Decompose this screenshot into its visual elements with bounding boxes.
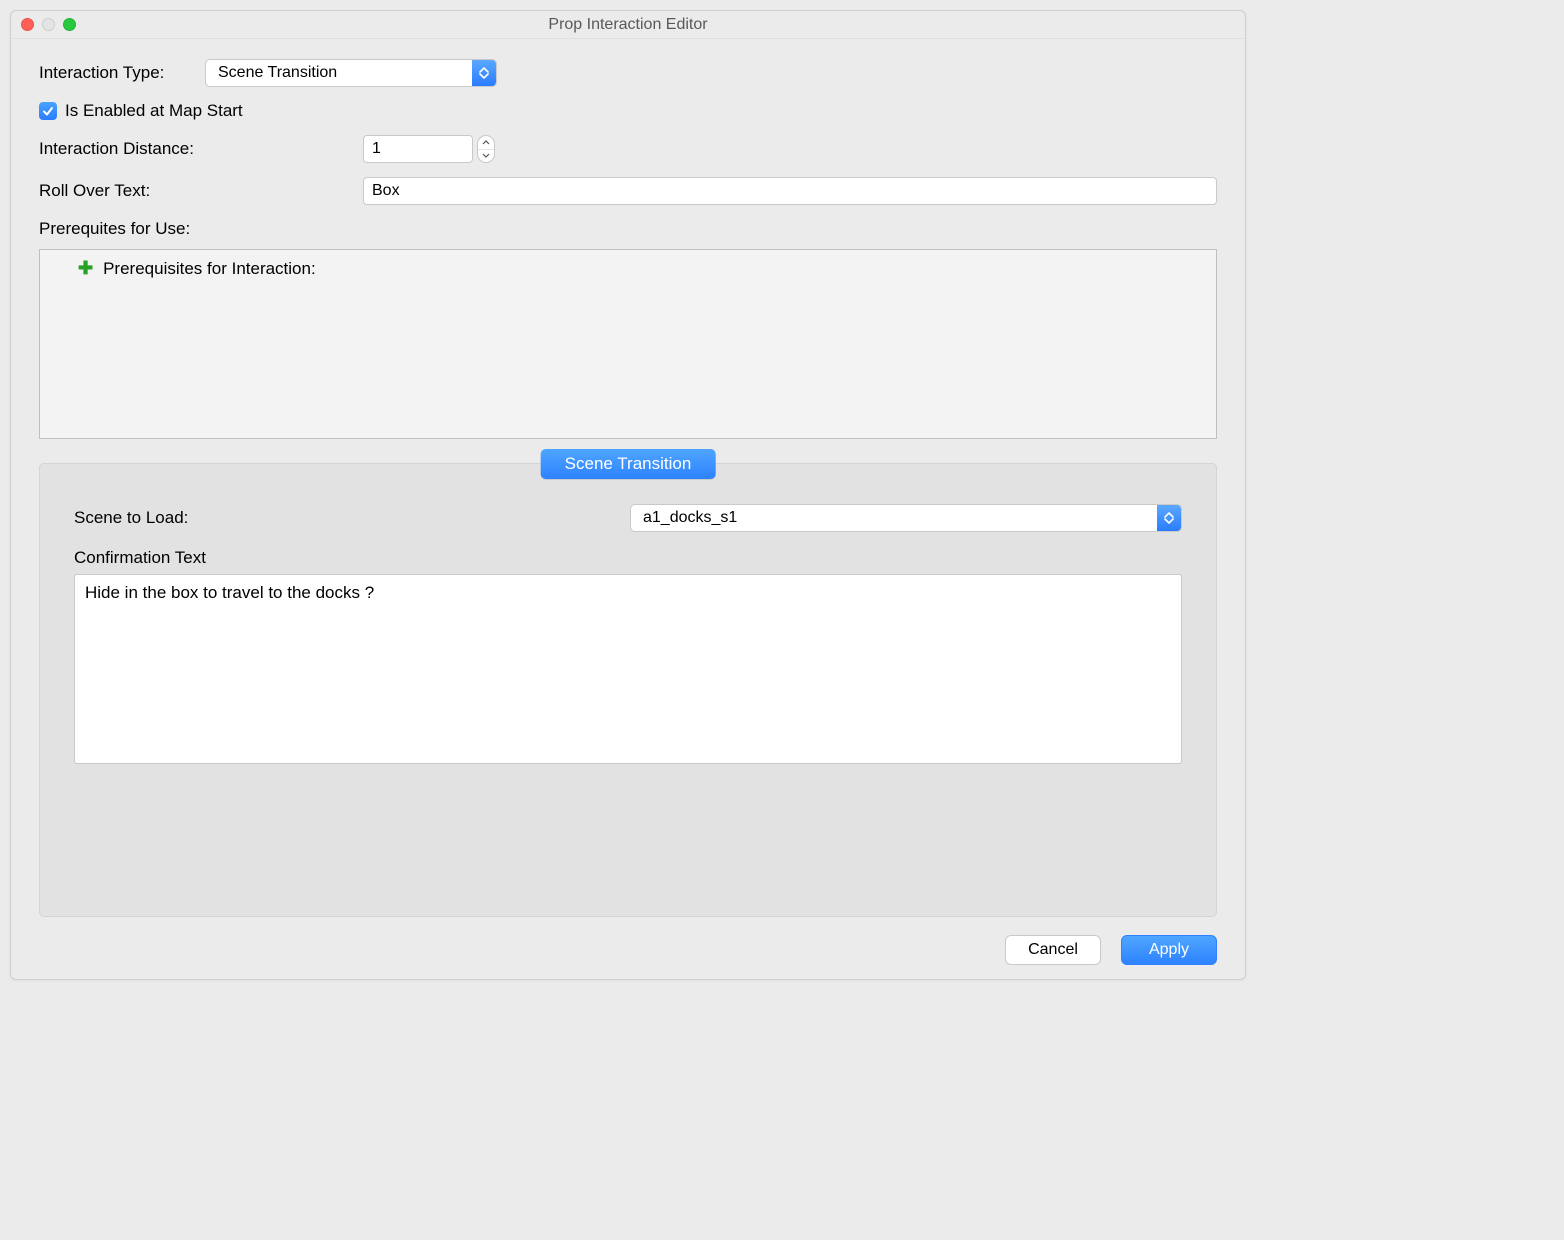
enabled-checkbox[interactable]: [39, 102, 57, 120]
chevron-up-icon[interactable]: [478, 136, 494, 150]
interaction-distance-field: [363, 135, 495, 163]
interaction-distance-label: Interaction Distance:: [39, 139, 363, 159]
distance-stepper[interactable]: [477, 135, 495, 163]
chevron-updown-icon: [1157, 505, 1181, 531]
enabled-checkbox-label: Is Enabled at Map Start: [65, 101, 243, 121]
scene-to-load-select[interactable]: a1_docks_s1: [630, 504, 1182, 532]
interaction-type-select[interactable]: Scene Transition: [205, 59, 497, 87]
confirmation-text-input[interactable]: [74, 574, 1182, 764]
titlebar: Prop Interaction Editor: [11, 11, 1245, 39]
chevron-down-icon[interactable]: [478, 150, 494, 163]
minimize-icon[interactable]: [42, 18, 55, 31]
rollover-text-label: Roll Over Text:: [39, 181, 363, 201]
rollover-text-input[interactable]: [363, 177, 1217, 205]
confirmation-text-label: Confirmation Text: [74, 548, 630, 568]
scene-to-load-label: Scene to Load:: [74, 508, 630, 528]
chevron-updown-icon: [472, 60, 496, 86]
editor-window: Prop Interaction Editor Interaction Type…: [10, 10, 1246, 980]
close-icon[interactable]: [21, 18, 34, 31]
zoom-icon[interactable]: [63, 18, 76, 31]
scene-to-load-value: a1_docks_s1: [643, 509, 737, 527]
apply-button[interactable]: Apply: [1121, 935, 1217, 965]
content-area: Interaction Type: Scene Transition Is En…: [11, 39, 1245, 979]
window-controls: [21, 18, 76, 31]
prerequisites-header: Prerequisites for Interaction:: [103, 259, 316, 279]
apply-button-label: Apply: [1149, 941, 1189, 959]
section-header-label: Scene Transition: [565, 454, 692, 473]
prerequisites-panel: ✚ Prerequisites for Interaction:: [39, 249, 1217, 439]
window-title: Prop Interaction Editor: [11, 16, 1245, 34]
interaction-distance-input[interactable]: [363, 135, 473, 163]
cancel-button-label: Cancel: [1028, 941, 1078, 959]
footer: Cancel Apply: [39, 935, 1217, 965]
cancel-button[interactable]: Cancel: [1005, 935, 1101, 965]
section-header-badge: Scene Transition: [541, 449, 716, 479]
plus-icon[interactable]: ✚: [78, 258, 93, 279]
interaction-type-label: Interaction Type:: [39, 63, 205, 83]
prerequisites-label: Prerequites for Use:: [39, 219, 190, 239]
interaction-type-value: Scene Transition: [218, 64, 337, 82]
scene-transition-panel: Scene Transition Scene to Load: a1_docks…: [39, 463, 1217, 917]
